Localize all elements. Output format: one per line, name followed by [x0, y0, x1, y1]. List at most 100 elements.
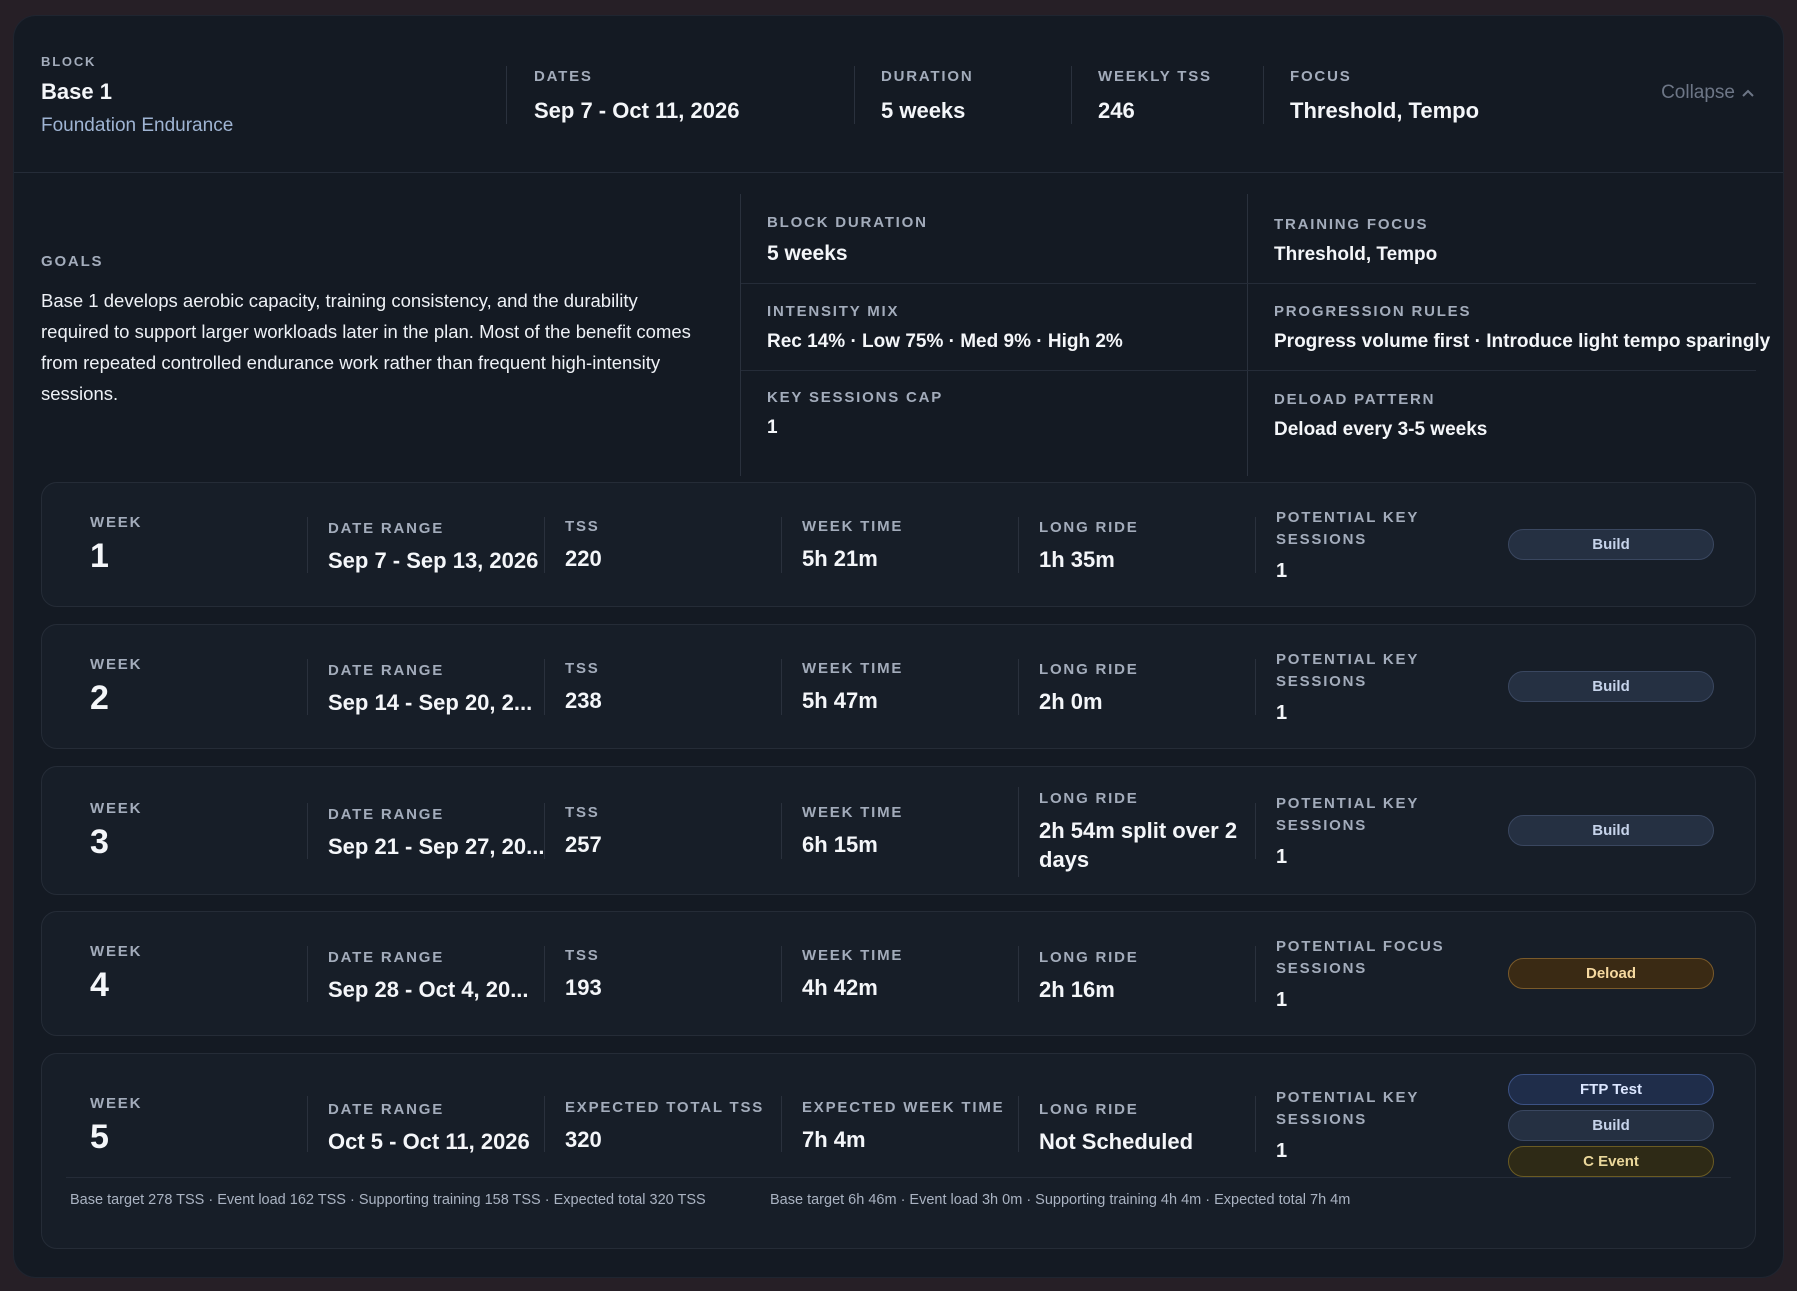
focus-sessions-value: 1 [1276, 989, 1288, 1011]
tss-value: 257 [565, 832, 602, 857]
focus-sessions-cell: POTENTIAL FOCUS SESSIONS 1 [1276, 936, 1444, 1015]
build-badge[interactable]: Build [1508, 1110, 1714, 1141]
key-sessions-label: POTENTIAL KEY SESSIONS [1276, 793, 1419, 837]
date-range-value: Sep 28 - Oct 4, 20... [328, 977, 529, 1002]
week-divider [544, 803, 545, 859]
time-footnote: Base target 6h 46m · Event load 3h 0m · … [770, 1192, 1351, 1208]
week-divider [1018, 787, 1019, 877]
week-number: 3 [90, 823, 109, 861]
block-header: BLOCK Base 1 Foundation Endurance DATES … [14, 16, 1783, 173]
long-ride-value: 1h 35m [1039, 547, 1115, 572]
ftp-test-badge[interactable]: FTP Test [1508, 1074, 1714, 1105]
week-number-cell: WEEK 1 [90, 514, 142, 576]
key-sessions-label-line2: SESSIONS [1276, 531, 1368, 548]
focus-sessions-label-line2: SESSIONS [1276, 960, 1368, 977]
week-row[interactable]: WEEK 4 DATE RANGE Sep 28 - Oct 4, 20... … [41, 911, 1756, 1036]
intensity-mix-value: Rec 14% · Low 75% · Med 9% · High 2% [767, 331, 1123, 352]
key-sessions-value: 1 [1276, 1140, 1288, 1162]
header-divider [854, 66, 855, 124]
expected-tss-cell: EXPECTED TOTAL TSS 320 [565, 1099, 764, 1154]
key-sessions-cap-cell: KEY SESSIONS CAP 1 [767, 389, 943, 439]
key-sessions-value: 1 [1276, 846, 1288, 868]
week-row[interactable]: WEEK 3 DATE RANGE Sep 21 - Sep 27, 20...… [41, 766, 1756, 895]
deload-pattern-label: DELOAD PATTERN [1274, 391, 1436, 408]
block-subtitle: Foundation Endurance [41, 115, 234, 136]
header-dates: DATES Sep 7 - Oct 11, 2026 [534, 68, 739, 124]
week-time-value: 4h 42m [802, 975, 878, 1000]
week-time-cell: WEEK TIME 5h 47m [802, 660, 903, 715]
date-range-cell: DATE RANGE Sep 28 - Oct 4, 20... [328, 949, 529, 1004]
header-weekly-tss: WEEKLY TSS 246 [1098, 68, 1212, 124]
date-range-label: DATE RANGE [328, 1101, 445, 1118]
week-row[interactable]: WEEK 1 DATE RANGE Sep 7 - Sep 13, 2026 T… [41, 482, 1756, 607]
week-number: 4 [90, 966, 109, 1004]
long-ride-value: 2h 54m split over 2 days [1039, 816, 1237, 874]
week-row[interactable]: WEEK 2 DATE RANGE Sep 14 - Sep 20, 2... … [41, 624, 1756, 749]
overview-divider [740, 194, 741, 476]
progression-rules-value: Progress volume first · Introduce light … [1274, 331, 1771, 352]
expected-tss-value: 320 [565, 1127, 602, 1152]
date-range-cell: DATE RANGE Sep 14 - Sep 20, 2... [328, 662, 532, 717]
expected-week-time-cell: EXPECTED WEEK TIME 7h 4m [802, 1099, 1004, 1154]
week-divider [1255, 1096, 1256, 1152]
overview-divider [1247, 194, 1248, 476]
training-block-card: BLOCK Base 1 Foundation Endurance DATES … [14, 16, 1783, 1277]
focus-label: FOCUS [1290, 68, 1352, 85]
long-ride-cell: LONG RIDE Not Scheduled [1039, 1101, 1193, 1156]
header-focus: FOCUS Threshold, Tempo [1290, 68, 1479, 124]
dates-label: DATES [534, 68, 593, 85]
week-time-label: WEEK TIME [802, 804, 904, 821]
long-ride-value-line2: days [1039, 847, 1090, 872]
tss-cell: TSS 257 [565, 804, 602, 859]
key-sessions-label-line1: POTENTIAL KEY [1276, 651, 1420, 668]
long-ride-cell: LONG RIDE 2h 0m [1039, 661, 1139, 716]
week-divider [781, 517, 782, 573]
overview-row-divider [741, 283, 1756, 284]
block-name: Base 1 [41, 79, 112, 104]
c-event-badge[interactable]: C Event [1508, 1146, 1714, 1177]
weekly-tss-label: WEEKLY TSS [1098, 68, 1212, 85]
week-number: 1 [90, 537, 109, 575]
tss-value: 193 [565, 975, 602, 1000]
long-ride-value: Not Scheduled [1039, 1129, 1194, 1154]
key-sessions-label-line2: SESSIONS [1276, 1111, 1368, 1128]
week-time-label: WEEK TIME [802, 947, 904, 964]
week-time-value: 5h 21m [802, 546, 878, 571]
week-divider [544, 1096, 545, 1152]
expected-week-time-value: 7h 4m [802, 1127, 866, 1152]
week-divider [307, 517, 308, 573]
training-focus-value: Threshold, Tempo [1274, 244, 1438, 265]
week-row[interactable]: WEEK 5 DATE RANGE Oct 5 - Oct 11, 2026 E… [41, 1053, 1756, 1249]
date-range-label: DATE RANGE [328, 662, 445, 679]
expected-tss-label: EXPECTED TOTAL TSS [565, 1099, 765, 1116]
header-divider [1263, 66, 1264, 124]
tss-label: TSS [565, 518, 600, 535]
week-divider [307, 803, 308, 859]
header-divider [1071, 66, 1072, 124]
long-ride-value: 2h 0m [1039, 689, 1103, 714]
collapse-button[interactable]: Collapse [1661, 82, 1755, 104]
focus-sessions-label-line1: POTENTIAL FOCUS [1276, 938, 1445, 955]
build-badge[interactable]: Build [1508, 529, 1714, 560]
build-badge[interactable]: Build [1508, 815, 1714, 846]
week-divider [544, 659, 545, 715]
week-time-cell: WEEK TIME 6h 15m [802, 804, 903, 859]
week-divider [1018, 659, 1019, 715]
week-time-cell: WEEK TIME 5h 21m [802, 518, 903, 573]
overview-row-divider [741, 370, 1756, 371]
week-divider [544, 946, 545, 1002]
week-divider [1018, 517, 1019, 573]
deload-badge[interactable]: Deload [1508, 958, 1714, 989]
week-divider [1255, 946, 1256, 1002]
build-badge[interactable]: Build [1508, 671, 1714, 702]
weekly-tss-value: 246 [1098, 98, 1135, 123]
date-range-label: DATE RANGE [328, 520, 445, 537]
key-sessions-label-line1: POTENTIAL KEY [1276, 795, 1420, 812]
intensity-mix-label: INTENSITY MIX [767, 303, 900, 320]
date-range-value: Oct 5 - Oct 11, 2026 [328, 1129, 530, 1154]
week-label: WEEK [90, 514, 143, 531]
key-sessions-cap-label: KEY SESSIONS CAP [767, 389, 944, 406]
block-duration-label: BLOCK DURATION [767, 214, 928, 231]
date-range-value: Sep 14 - Sep 20, 2... [328, 690, 533, 715]
goals-label: GOALS [41, 253, 104, 270]
